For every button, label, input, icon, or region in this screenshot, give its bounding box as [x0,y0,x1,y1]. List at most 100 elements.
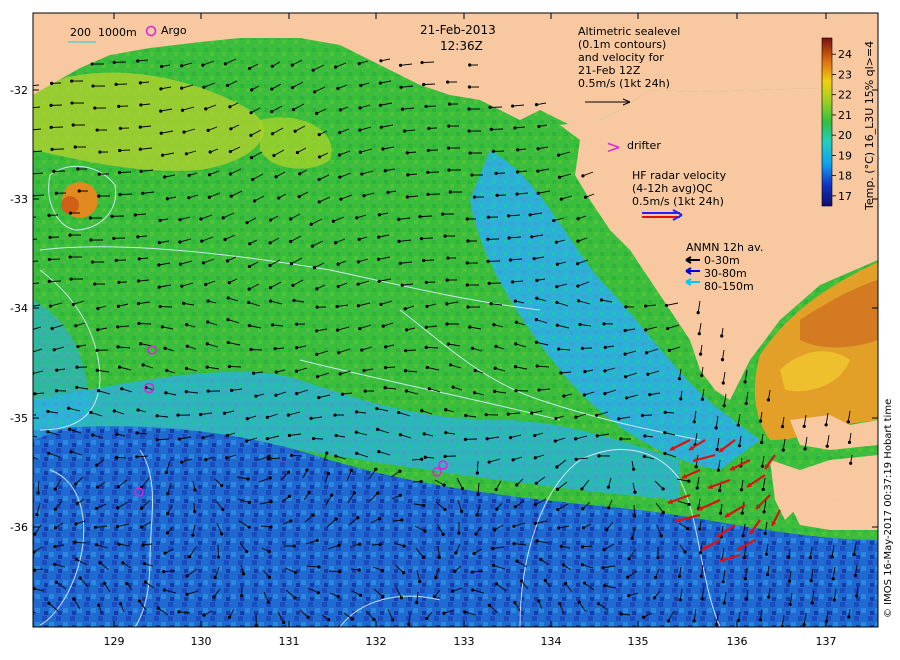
velocity-arrow-head [468,325,472,329]
velocity-arrow-head [400,283,404,287]
velocity-arrow-head [802,424,806,428]
velocity-arrow-head [33,568,37,572]
velocity-arrow-head [557,175,562,179]
velocity-arrow-head [287,470,291,474]
velocity-arrow-head [52,348,56,352]
velocity-arrow-head [506,412,510,416]
velocity-arrow-head [762,510,766,514]
velocity-arrow-head [697,332,701,336]
velocity-arrow-head [358,150,363,154]
velocity-arrow-head [223,237,227,242]
velocity-arrow-head [553,439,557,443]
velocity-arrow-head [139,103,143,107]
velocity-arrow-head [27,282,30,285]
velocity-arrow-head [252,371,256,375]
velocity-arrow-head [245,549,249,554]
velocity-arrow-head [222,411,227,415]
velocity-arrow-head [228,172,233,176]
velocity-arrow-head [788,602,792,606]
velocity-arrow-head [139,169,143,173]
velocity-arrow-head [375,406,379,411]
velocity-arrow-head [766,398,771,402]
velocity-arrow-head [583,195,588,199]
velocity-arrow-head [206,389,210,393]
velocity-arrow-head [677,377,682,381]
velocity-arrow-head [26,238,29,241]
velocity-arrow-head [451,385,455,389]
velocity-arrow-head [466,305,470,309]
velocity-arrow-head [290,85,295,90]
velocity-arrow-head [141,191,145,195]
velocity-arrow-head [447,124,451,128]
velocity-arrow-head [465,261,469,265]
velocity-arrow-head [265,437,269,441]
velocity-arrow-head [761,487,765,492]
lat-label: -32 [10,84,28,97]
velocity-arrow-head [89,410,93,415]
velocity-arrow-head [356,260,361,264]
velocity-arrow-head [493,366,497,370]
velocity-arrow-head [118,148,122,153]
velocity-arrow-head [375,427,380,432]
drifter-label: drifter [627,139,661,152]
velocity-arrow-head [226,340,230,345]
velocity-arrow-head [95,128,99,132]
velocity-arrow-head [349,468,354,472]
velocity-arrow-head [198,412,203,417]
velocity-arrow-head [354,430,358,434]
velocity-arrow-head [714,622,718,627]
velocity-arrow-head [334,454,338,458]
velocity-arrow-head [555,465,559,469]
velocity-arrow-head [176,413,180,417]
velocity-arrow-head [71,123,75,127]
velocity-arrow-head [191,533,195,537]
velocity-arrow-head [715,447,719,451]
velocity-arrow-head [220,532,224,536]
velocity-arrow-head [642,454,646,458]
velocity-arrow-head [295,322,299,326]
lon-label: 133 [454,635,475,648]
velocity-arrow-head [291,107,296,112]
velocity-arrow-head [425,365,429,370]
velocity-arrow-head [599,298,604,302]
velocity-arrow-head [494,487,498,492]
velocity-arrow-head [249,133,253,137]
velocity-arrow-head [163,551,167,555]
velocity-arrow-head [554,240,558,244]
velocity-arrow-head [221,216,225,220]
velocity-arrow-head [554,416,558,421]
velocity-arrow-head [227,364,231,369]
velocity-arrow-head [350,617,354,621]
velocity-arrow-head [398,433,402,437]
velocity-arrow-head [760,464,764,468]
velocity-arrow-head [138,147,142,151]
velocity-arrow-head [46,430,50,434]
velocity-arrow-head [114,455,119,460]
velocity-arrow-head [453,569,457,573]
velocity-arrow-head [267,550,271,554]
velocity-arrow-head [247,287,251,291]
velocity-arrow-head [855,594,859,598]
velocity-arrow-head [515,483,519,487]
velocity-arrow-head [619,437,623,441]
velocity-arrow-head [624,305,628,309]
velocity-arrow-head [624,375,628,379]
velocity-arrow-head [184,390,188,394]
velocity-arrow-head [212,595,216,599]
altimetry-line-1: Altimetric sealevel [578,25,681,38]
velocity-arrow-head [404,389,408,393]
velocity-arrow-head [360,172,364,176]
velocity-arrow [419,215,433,218]
velocity-arrow-head [334,517,338,521]
velocity-arrow-head [494,582,499,586]
velocity-arrow-head [245,221,249,225]
velocity-arrow-head [698,352,703,356]
velocity-arrow-head [91,433,95,437]
velocity-arrow-head [143,580,147,584]
velocity-arrow-head [338,175,342,179]
velocity-arrow-head [137,321,141,326]
velocity-arrow-head [558,602,562,606]
velocity-arrow-head [166,492,170,496]
velocity-arrow-head [184,152,188,156]
velocity-arrow-head [582,393,587,397]
